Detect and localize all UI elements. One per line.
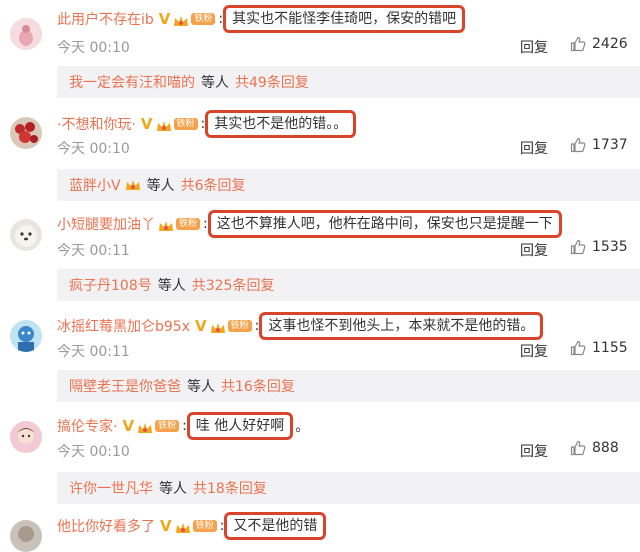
reply-count-link[interactable]: 共49条回复 xyxy=(235,72,309,92)
reply-button[interactable]: 回复 xyxy=(520,37,548,57)
thumbs-up-icon xyxy=(570,340,586,356)
fan-badge: 铁粉 xyxy=(155,420,180,432)
reply-user[interactable]: 隔壁老王是你爸爸 xyxy=(69,376,181,396)
replies-summary[interactable]: 许你一世凡华 等人 共18条回复 xyxy=(57,472,640,504)
crown-icon xyxy=(175,520,191,533)
reply-count-link[interactable]: 共16条回复 xyxy=(221,376,295,396)
crown-icon xyxy=(156,118,172,131)
replies-summary[interactable]: 隔壁老王是你爸爸 等人 共16条回复 xyxy=(57,370,640,402)
verified-v-icon: V xyxy=(195,317,207,335)
avatar[interactable] xyxy=(10,320,42,352)
avatar[interactable] xyxy=(10,421,42,453)
fan-badge: 铁粉 xyxy=(176,218,201,230)
like-count: 2426 xyxy=(592,36,628,52)
fan-badge: 铁粉 xyxy=(173,118,198,130)
reply-button[interactable]: 回复 xyxy=(520,138,548,158)
thumbs-up-icon xyxy=(570,239,586,255)
reply-count-link[interactable]: 共18条回复 xyxy=(193,478,267,498)
reply-count-link[interactable]: 共6条回复 xyxy=(181,175,246,195)
timestamp: 今天 00:10 xyxy=(57,141,130,157)
fan-badge: 铁粉 xyxy=(227,320,252,332)
username[interactable]: 冰摇红莓黑加仑b95x xyxy=(57,316,190,336)
username[interactable]: 他比你好看多了 xyxy=(57,516,155,536)
comment-text: 又不是他的错 xyxy=(224,512,327,540)
username[interactable]: ·不想和你玩· xyxy=(57,114,136,134)
avatar[interactable] xyxy=(10,117,42,149)
reply-user[interactable]: 许你一世凡华 xyxy=(69,478,153,498)
reply-etc: 等人 xyxy=(201,75,229,91)
comment-header: 搞伦专家· V 铁粉 : 哇 他人好好啊 。 xyxy=(57,412,310,440)
like-count: 1535 xyxy=(592,239,628,255)
reply-etc: 等人 xyxy=(159,481,187,497)
like-button[interactable]: 1155 xyxy=(570,340,628,356)
username[interactable]: 小短腿要加油丫 xyxy=(57,214,155,234)
thumbs-up-icon xyxy=(570,137,586,153)
reply-user[interactable]: 疯子丹108号 xyxy=(69,275,152,295)
timestamp: 今天 00:11 xyxy=(57,243,130,259)
like-button[interactable]: 888 xyxy=(570,440,619,456)
avatar[interactable] xyxy=(10,219,42,251)
like-button[interactable]: 1737 xyxy=(570,137,628,153)
comment-text: 这事也怪不到他头上，本来就不是他的错。 xyxy=(259,312,544,340)
crown-icon xyxy=(137,420,153,433)
replies-summary[interactable]: 疯子丹108号 等人 共325条回复 xyxy=(57,269,640,301)
fan-badge: 铁粉 xyxy=(192,520,217,532)
replies-summary[interactable]: 我一定会有汪和喵的 等人 共49条回复 xyxy=(57,66,640,98)
avatar[interactable] xyxy=(10,520,42,552)
reply-user[interactable]: 蓝胖小V xyxy=(69,175,121,195)
reply-button[interactable]: 回复 xyxy=(520,441,548,461)
crown-icon xyxy=(125,179,141,192)
username[interactable]: 此用户不存在ib xyxy=(57,9,154,29)
crown-icon xyxy=(173,13,189,26)
reply-user[interactable]: 我一定会有汪和喵的 xyxy=(69,72,195,92)
timestamp: 今天 00:10 xyxy=(57,444,130,460)
comment-header: 小短腿要加油丫 铁粉 : 这也不算推人吧，他杵在路中间，保安也只是提醒一下 xyxy=(57,210,562,238)
replies-summary[interactable]: 蓝胖小V 等人 共6条回复 xyxy=(57,169,640,201)
timestamp: 今天 00:10 xyxy=(57,40,130,56)
comment-text: 哇 他人好好啊 xyxy=(186,412,294,440)
reply-button[interactable]: 回复 xyxy=(520,240,548,260)
like-button[interactable]: 1535 xyxy=(570,239,628,255)
comment-header: 此用户不存在ib V 铁粉 : 其实也不能怪李佳琦吧，保安的错吧 xyxy=(57,5,466,33)
verified-v-icon: V xyxy=(160,517,172,535)
comment-text: 这也不算推人吧，他杵在路中间，保安也只是提醒一下 xyxy=(207,210,562,238)
verified-v-icon: V xyxy=(122,417,135,435)
comment-header: 冰摇红莓黑加仑b95x V 铁粉 : 这事也怪不到他头上，本来就不是他的错。 xyxy=(57,312,544,340)
thumbs-up-icon xyxy=(570,36,586,52)
comment-text: 其实也不能怪李佳琦吧，保安的错吧 xyxy=(223,5,466,33)
fan-badge: 铁粉 xyxy=(191,13,216,25)
reply-etc: 等人 xyxy=(157,278,186,294)
verified-v-icon: V xyxy=(158,10,171,28)
thumbs-up-icon xyxy=(570,440,586,456)
like-count: 1737 xyxy=(592,137,628,153)
reply-count-link[interactable]: 共325条回复 xyxy=(192,275,275,295)
comment-text-trail: 。 xyxy=(295,419,310,435)
comment-header: ·不想和你玩· V 铁粉 : 其实也不是他的错。。 xyxy=(57,110,357,138)
like-count: 1155 xyxy=(592,340,628,356)
comment-header: 他比你好看多了 V 铁粉 : 又不是他的错 xyxy=(57,512,327,540)
like-count: 888 xyxy=(592,440,619,456)
reply-etc: 等人 xyxy=(146,178,175,194)
comment-text: 其实也不是他的错。。 xyxy=(205,110,357,138)
crown-icon xyxy=(210,320,226,333)
crown-icon xyxy=(158,218,174,231)
username[interactable]: 搞伦专家· xyxy=(57,416,117,436)
reply-button[interactable]: 回复 xyxy=(520,341,548,361)
verified-v-icon: V xyxy=(140,115,153,133)
avatar[interactable] xyxy=(10,18,42,50)
timestamp: 今天 00:11 xyxy=(57,344,130,360)
like-button[interactable]: 2426 xyxy=(570,36,628,52)
reply-etc: 等人 xyxy=(187,379,215,395)
